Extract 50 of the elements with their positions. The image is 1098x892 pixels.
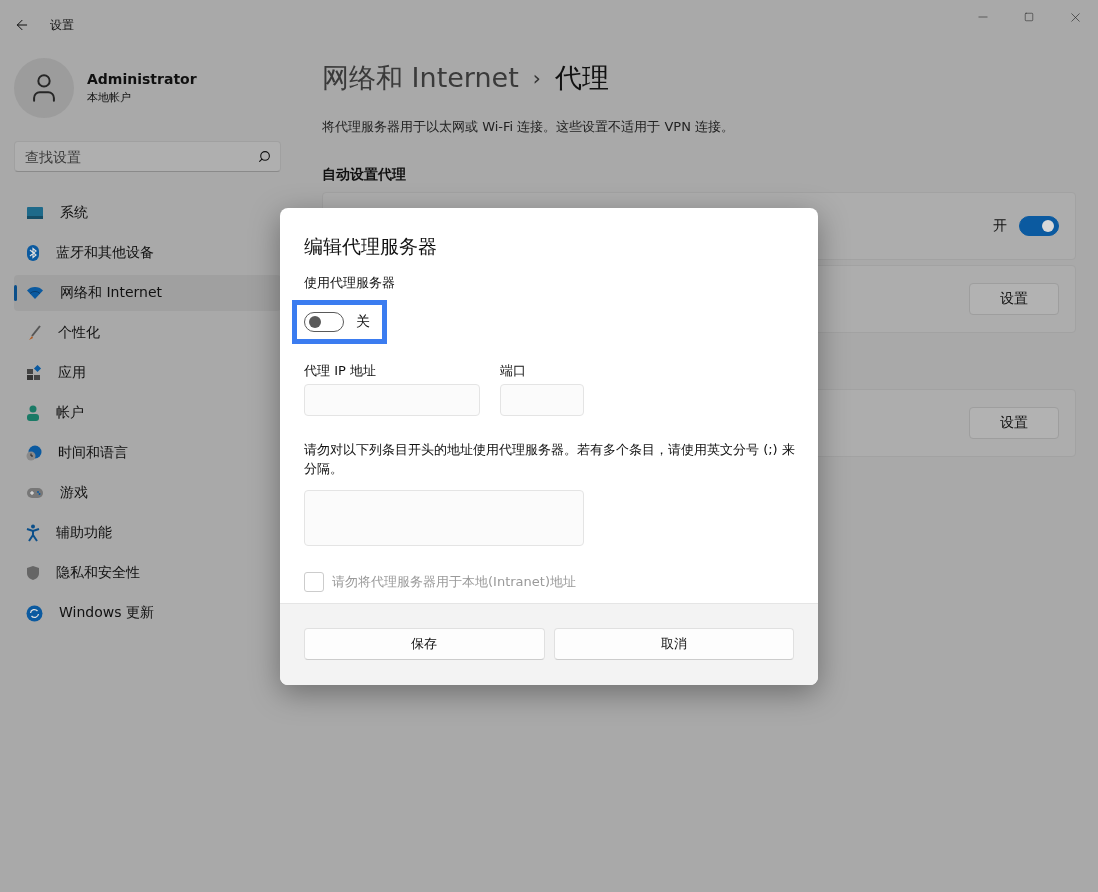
input-field[interactable]	[304, 384, 480, 416]
toggle-state: 关	[356, 313, 370, 331]
sidebar-item[interactable]: 系统	[14, 195, 281, 231]
search-field[interactable]: 查找设置	[14, 141, 281, 172]
field-label: 使用代理服务器	[304, 274, 396, 292]
section-title: 自动设置代理	[322, 166, 407, 184]
page-description: 将代理服务器用于以太网或 Wi-Fi 连接。这些设置不适用于 VPN 连接。	[322, 118, 735, 136]
dialog-title: 编辑代理服务器	[304, 234, 438, 259]
sidebar-item[interactable]: 隐私和安全性	[14, 555, 281, 591]
brush-icon	[26, 325, 42, 341]
account-type: 本地帐户	[87, 90, 132, 105]
window-title: 设置	[50, 16, 74, 34]
dialog-button[interactable]: 保存	[304, 628, 545, 660]
dialog-button[interactable]: 取消	[553, 628, 794, 660]
sidebar-item[interactable]: Windows 更新	[14, 595, 281, 631]
sidebar-item[interactable]: 时间和语言	[14, 435, 281, 471]
sidebar-item[interactable]: 个性化	[14, 315, 281, 351]
sidebar-item[interactable]: 蓝牙和其他设备	[14, 235, 281, 271]
field-label: 代理 IP 地址	[304, 362, 377, 380]
globe-clock-icon	[26, 445, 42, 461]
input-field[interactable]	[500, 384, 584, 416]
search-icon	[258, 150, 271, 163]
person-icon	[26, 405, 40, 421]
sidebar-item[interactable]: 帐户	[14, 395, 281, 431]
bluetooth-icon	[26, 244, 40, 262]
sidebar-item[interactable]: 游戏	[14, 475, 281, 511]
checkbox-label: 请勿将代理服务器用于本地(Intranet)地址	[332, 573, 576, 591]
monitor-icon	[26, 206, 44, 220]
refresh-icon	[26, 604, 43, 622]
wifi-icon	[26, 286, 44, 300]
shield-icon	[26, 565, 40, 581]
breadcrumb-link[interactable]: 网络和 Internet	[322, 60, 519, 96]
accessibility-icon	[26, 524, 40, 542]
input-field[interactable]	[304, 490, 584, 546]
breadcrumb-separator: ›	[532, 66, 541, 90]
account-name: Administrator	[87, 71, 197, 87]
back-icon[interactable]	[14, 17, 30, 33]
setup-button[interactable]: 设置	[969, 283, 1059, 315]
field-label: 请勿对以下列条目开头的地址使用代理服务器。若有多个条目，请使用英文分号 (;) 来分隔。	[304, 441, 796, 478]
maximize-icon	[1024, 12, 1034, 22]
page-title: 代理	[554, 61, 609, 95]
toggle-switch[interactable]	[1019, 216, 1059, 236]
sidebar-item[interactable]: 辅助功能	[14, 515, 281, 551]
toggle-state: 开	[993, 217, 1007, 235]
apps-icon	[26, 365, 42, 381]
field-label: 端口	[500, 362, 527, 380]
setup-button[interactable]: 设置	[969, 407, 1059, 439]
sidebar-item[interactable]: 应用	[14, 355, 281, 391]
sidebar-item[interactable]: 网络和 Internet	[14, 275, 281, 311]
gamepad-icon	[26, 487, 44, 499]
